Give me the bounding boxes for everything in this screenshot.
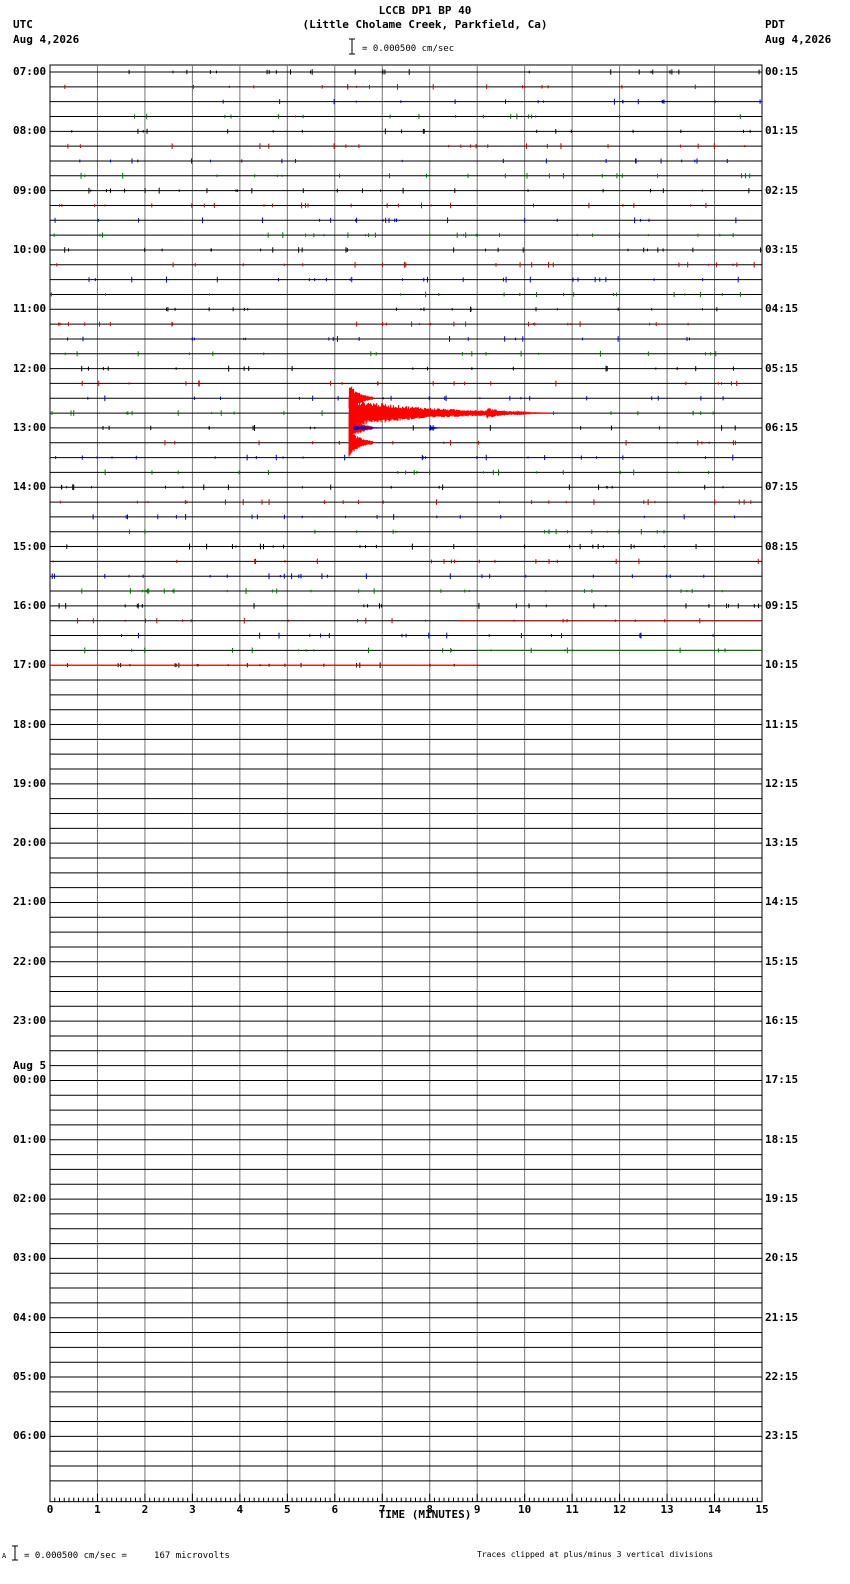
left-timezone: UTC bbox=[13, 18, 33, 31]
time-axis bbox=[49, 1493, 763, 1502]
left-hour-label: 10:00 bbox=[13, 242, 47, 256]
right-hour-label: 11:15 bbox=[765, 717, 799, 731]
x-tick-label: 5 bbox=[284, 1502, 291, 1516]
left-hour-label: 04:00 bbox=[13, 1310, 47, 1324]
left-hour-label: 12:00 bbox=[13, 361, 47, 375]
right-hour-label: 09:15 bbox=[765, 598, 799, 612]
left-hour-label: 22:00 bbox=[13, 954, 47, 968]
right-hour-label: 03:15 bbox=[765, 242, 799, 256]
footer-scale-bar-icon bbox=[12, 1545, 18, 1561]
plot-grid bbox=[49, 64, 763, 1503]
helicorder-plot bbox=[12, 38, 763, 1561]
x-tick-label: 11 bbox=[565, 1502, 579, 1516]
right-hour-label: 15:15 bbox=[765, 954, 799, 968]
right-hour-label: 21:15 bbox=[765, 1310, 799, 1324]
x-tick-label: 0 bbox=[46, 1502, 54, 1516]
x-axis-label: TIME (MINUTES) bbox=[378, 1508, 472, 1521]
left-hour-label: 06:00 bbox=[13, 1429, 47, 1443]
right-hour-label: 23:15 bbox=[765, 1429, 799, 1443]
x-tick-label: 14 bbox=[707, 1502, 722, 1516]
left-hour-label: 07:00 bbox=[13, 65, 47, 78]
left-hour-label: 08:00 bbox=[13, 124, 47, 138]
left-hour-label: 15:00 bbox=[13, 539, 47, 553]
right-hour-label: 12:15 bbox=[765, 776, 799, 790]
left-hour-label: 11:00 bbox=[13, 302, 47, 316]
seismic-event-trace bbox=[429, 425, 440, 431]
footer-clip-note: Traces clipped at plus/minus 3 vertical … bbox=[477, 1550, 714, 1559]
left-hour-label: 13:00 bbox=[13, 420, 47, 434]
right-hour-label: 18:15 bbox=[765, 1132, 799, 1146]
plot-subtitle: (Little Cholame Creek, Parkfield, Ca) bbox=[302, 18, 548, 31]
x-tick-label: 12 bbox=[612, 1502, 627, 1516]
right-hour-label: 19:15 bbox=[765, 1192, 799, 1206]
scale-label: = 0.000500 cm/sec bbox=[362, 44, 455, 54]
x-tick-label: 15 bbox=[755, 1502, 769, 1516]
left-hour-label: 16:00 bbox=[13, 598, 47, 612]
seismic-event-trace bbox=[486, 408, 549, 419]
right-hour-label: 17:15 bbox=[765, 1073, 799, 1087]
right-timezone: PDT bbox=[765, 18, 785, 31]
right-hour-label: 08:15 bbox=[765, 539, 799, 553]
left-hour-label: 02:00 bbox=[13, 1192, 47, 1206]
right-hour-label: 00:15 bbox=[765, 65, 799, 78]
left-hour-label: 01:00 bbox=[13, 1132, 47, 1146]
left-hour-label: 20:00 bbox=[13, 836, 47, 850]
left-hour-label: 19:00 bbox=[13, 776, 47, 790]
right-hour-label: 13:15 bbox=[765, 836, 799, 850]
footer-scale-note: = 0.000500 cm/sec = 167 microvolts bbox=[24, 1551, 230, 1561]
left-hour-label: 03:00 bbox=[13, 1251, 47, 1265]
right-date: Aug 4,2026 bbox=[765, 33, 832, 46]
left-hour-label: 18:00 bbox=[13, 717, 47, 731]
right-hour-label: 01:15 bbox=[765, 124, 799, 138]
left-hour-label: 09:00 bbox=[13, 183, 47, 197]
x-tick-label: 1 bbox=[94, 1502, 101, 1516]
x-tick-label: 2 bbox=[141, 1502, 149, 1516]
left-hour-label: 21:00 bbox=[13, 895, 47, 909]
date-change-label: Aug 5 bbox=[13, 1059, 47, 1073]
right-hour-label: 14:15 bbox=[765, 895, 799, 909]
left-hour-label: 00:00 bbox=[13, 1073, 47, 1087]
left-date: Aug 4,2026 bbox=[13, 33, 80, 46]
right-hour-label: 22:15 bbox=[765, 1370, 799, 1384]
x-tick-label: 3 bbox=[189, 1502, 196, 1516]
left-hour-label: 05:00 bbox=[13, 1370, 47, 1384]
right-hour-label: 05:15 bbox=[765, 361, 799, 375]
right-hour-label: 16:15 bbox=[765, 1014, 799, 1028]
right-hour-label: 07:15 bbox=[765, 480, 799, 494]
right-hour-label: 10:15 bbox=[765, 658, 799, 672]
left-hour-label: 23:00 bbox=[13, 1014, 47, 1028]
footer-corner-mark: A bbox=[2, 1552, 7, 1560]
x-tick-label: 4 bbox=[236, 1502, 244, 1516]
right-hour-label: 04:15 bbox=[765, 302, 799, 316]
right-hour-label: 02:15 bbox=[765, 183, 799, 197]
scale-bar-icon bbox=[349, 38, 355, 55]
left-hour-label: 17:00 bbox=[13, 658, 47, 672]
x-tick-label: 13 bbox=[660, 1502, 674, 1516]
right-hour-label: 20:15 bbox=[765, 1251, 799, 1265]
right-hour-label: 06:15 bbox=[765, 420, 799, 434]
plot-title: LCCB DP1 BP 40 bbox=[378, 4, 472, 17]
left-hour-label: 14:00 bbox=[13, 480, 47, 494]
